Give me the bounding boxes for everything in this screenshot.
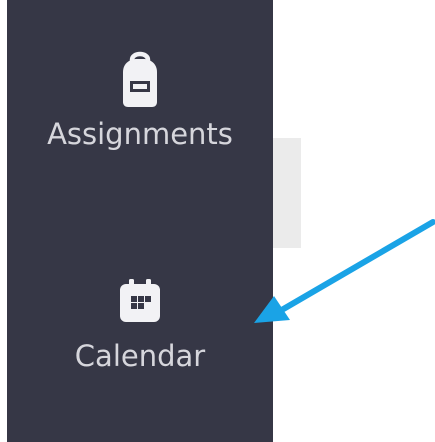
sidebar-item-label: Assignments xyxy=(47,117,233,151)
sidebar-item-calendar[interactable]: Calendar xyxy=(7,278,273,418)
calendar-icon xyxy=(120,279,160,322)
sidebar-item-assignments[interactable]: Assignments xyxy=(7,48,273,198)
screenshot-page: Assignments Calendar xyxy=(0,0,435,442)
content-panel-edge xyxy=(273,138,301,248)
app-sidebar: Assignments Calendar xyxy=(7,0,273,442)
left-edge-strip xyxy=(0,0,7,442)
backpack-icon xyxy=(123,51,157,107)
sidebar-item-label: Calendar xyxy=(74,339,206,373)
